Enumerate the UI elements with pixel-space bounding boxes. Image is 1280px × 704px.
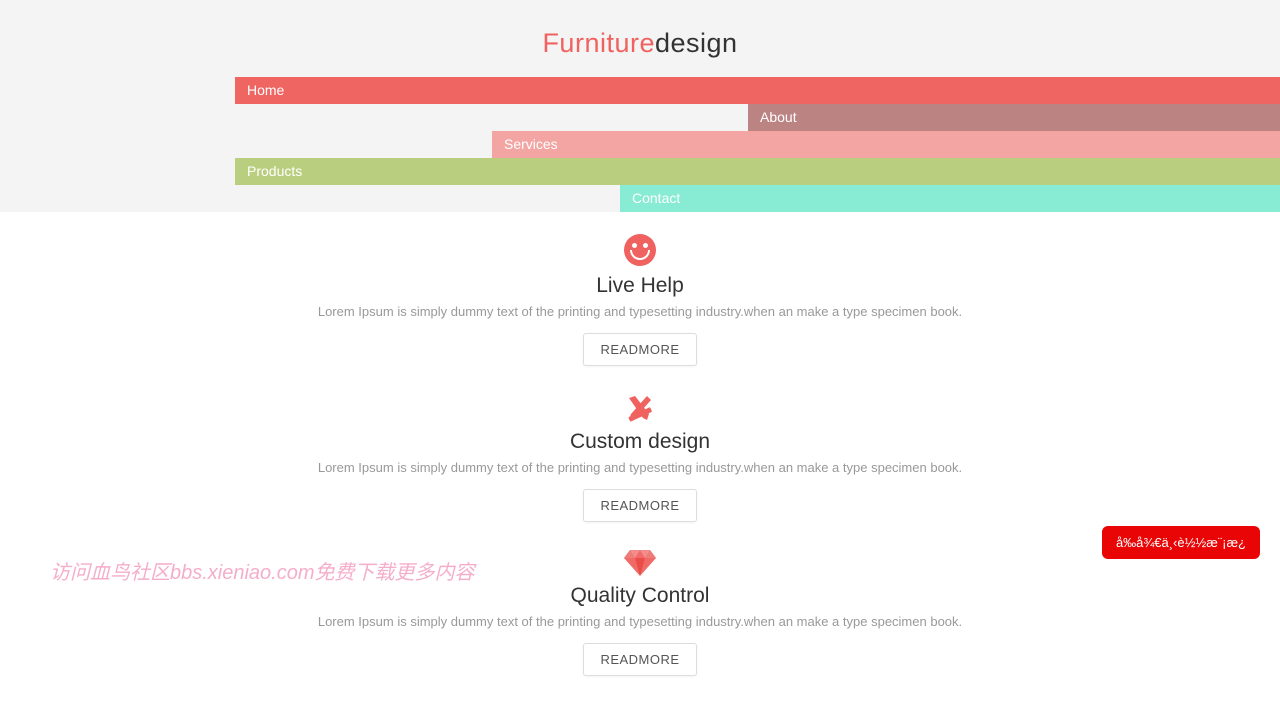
diamond-icon xyxy=(0,550,1280,576)
logo-second-word: design xyxy=(655,28,738,58)
readmore-button[interactable]: READMORE xyxy=(583,333,696,366)
nav-home[interactable]: Home xyxy=(235,77,1280,104)
feature-quality-control: Quality Control Lorem Ipsum is simply du… xyxy=(0,550,1280,704)
feature-title: Quality Control xyxy=(0,584,1280,608)
feature-custom-design: Custom design Lorem Ipsum is simply dumm… xyxy=(0,394,1280,550)
features-section: Live Help Lorem Ipsum is simply dummy te… xyxy=(0,212,1280,704)
readmore-button[interactable]: READMORE xyxy=(583,643,696,676)
header: Furnituredesign Home About Services Prod… xyxy=(0,0,1280,212)
feature-description: Lorem Ipsum is simply dummy text of the … xyxy=(0,614,1280,629)
feature-description: Lorem Ipsum is simply dummy text of the … xyxy=(0,460,1280,475)
feature-description: Lorem Ipsum is simply dummy text of the … xyxy=(0,304,1280,319)
feature-title: Custom design xyxy=(0,430,1280,454)
nav-services[interactable]: Services xyxy=(492,131,1280,158)
nav-container: Home About Services Products Contact xyxy=(235,77,1280,212)
pencil-ruler-icon xyxy=(0,394,1280,422)
nav-products[interactable]: Products xyxy=(235,158,1280,185)
logo-container: Furnituredesign xyxy=(0,20,1280,77)
readmore-button[interactable]: READMORE xyxy=(583,489,696,522)
smiley-icon xyxy=(0,234,1280,266)
logo[interactable]: Furnituredesign xyxy=(542,28,737,58)
feature-live-help: Live Help Lorem Ipsum is simply dummy te… xyxy=(0,234,1280,394)
logo-first-word: Furniture xyxy=(542,28,655,58)
feature-title: Live Help xyxy=(0,274,1280,298)
nav-about[interactable]: About xyxy=(748,104,1280,131)
nav-contact[interactable]: Contact xyxy=(620,185,1280,212)
download-button[interactable]: å‰å¾€ä¸‹è½½æ¨¡æ¿ xyxy=(1102,526,1260,559)
